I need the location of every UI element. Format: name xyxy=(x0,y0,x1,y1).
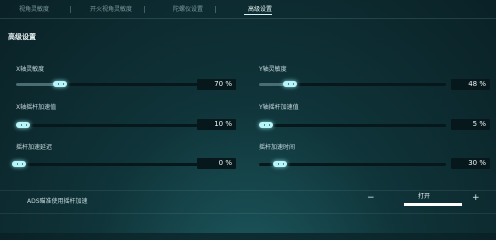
stick-accel-delay-slider[interactable] xyxy=(16,163,202,166)
y-sensitivity-value-box[interactable]: 48 % xyxy=(451,79,490,90)
x-stick-accel-label: X轴摇杆加速值 xyxy=(16,104,57,111)
y-stick-accel-value-box[interactable]: 5 % xyxy=(451,119,490,130)
x-sensitivity-label: X轴灵敏度 xyxy=(16,66,45,73)
stick-accel-delay-value: 0 % xyxy=(218,159,232,167)
stick-accel-delay-label: 摇杆加速延迟 xyxy=(16,144,53,151)
level-fill xyxy=(404,203,462,206)
x-stick-accel-handle[interactable] xyxy=(16,122,30,128)
tab-gyroscope[interactable]: 陀螺仪设置 xyxy=(173,4,203,13)
ads-option-label: ADS瞄准使用摇杆加速 xyxy=(27,198,88,205)
y-sensitivity-handle[interactable] xyxy=(283,81,297,87)
y-sensitivity-label: Y轴灵敏度 xyxy=(259,66,287,73)
tab-fire-sensitivity[interactable]: 开火视角灵敏度 xyxy=(90,4,132,13)
tab-divider xyxy=(144,6,145,13)
stick-accel-time-value-box[interactable]: 30 % xyxy=(451,158,490,169)
x-sensitivity-value-box[interactable]: 70 % xyxy=(197,79,236,90)
y-stick-accel-label: Y轴摇杆加速值 xyxy=(259,104,299,111)
active-tab-indicator xyxy=(244,14,272,15)
y-stick-accel-slider[interactable] xyxy=(259,124,446,127)
tab-view-sensitivity[interactable]: 视角灵敏度 xyxy=(19,4,49,13)
y-stick-accel-handle[interactable] xyxy=(259,122,273,128)
x-stick-accel-value: 10 % xyxy=(214,120,232,128)
divider xyxy=(0,18,496,19)
y-stick-accel-value: 5 % xyxy=(472,120,486,128)
x-stick-accel-value-box[interactable]: 10 % xyxy=(197,119,236,130)
section-title: 高级设置 xyxy=(8,33,36,41)
stick-accel-time-label: 摇杆加速时间 xyxy=(259,144,296,151)
tab-divider xyxy=(70,6,71,13)
ads-option-state: 打开 xyxy=(418,193,431,200)
tab-divider xyxy=(215,6,216,13)
tab-advanced-settings[interactable]: 高级设置 xyxy=(248,4,272,13)
x-sensitivity-slider[interactable] xyxy=(16,83,202,86)
increase-button[interactable]: + xyxy=(472,193,480,203)
stick-accel-delay-handle[interactable] xyxy=(12,161,26,167)
decrease-button[interactable]: − xyxy=(367,193,375,203)
ads-option-level-bar[interactable] xyxy=(404,203,462,206)
stick-accel-delay-value-box[interactable]: 0 % xyxy=(197,158,236,169)
stick-accel-time-handle[interactable] xyxy=(273,161,287,167)
stick-accel-time-slider[interactable] xyxy=(259,163,446,166)
x-sensitivity-value: 70 % xyxy=(214,80,232,88)
x-sensitivity-handle[interactable] xyxy=(53,81,67,87)
y-sensitivity-value: 48 % xyxy=(468,80,486,88)
tab-bar: 视角灵敏度 开火视角灵敏度 陀螺仪设置 高级设置 xyxy=(0,0,496,18)
stick-accel-time-value: 30 % xyxy=(468,159,486,167)
x-stick-accel-slider[interactable] xyxy=(16,124,202,127)
